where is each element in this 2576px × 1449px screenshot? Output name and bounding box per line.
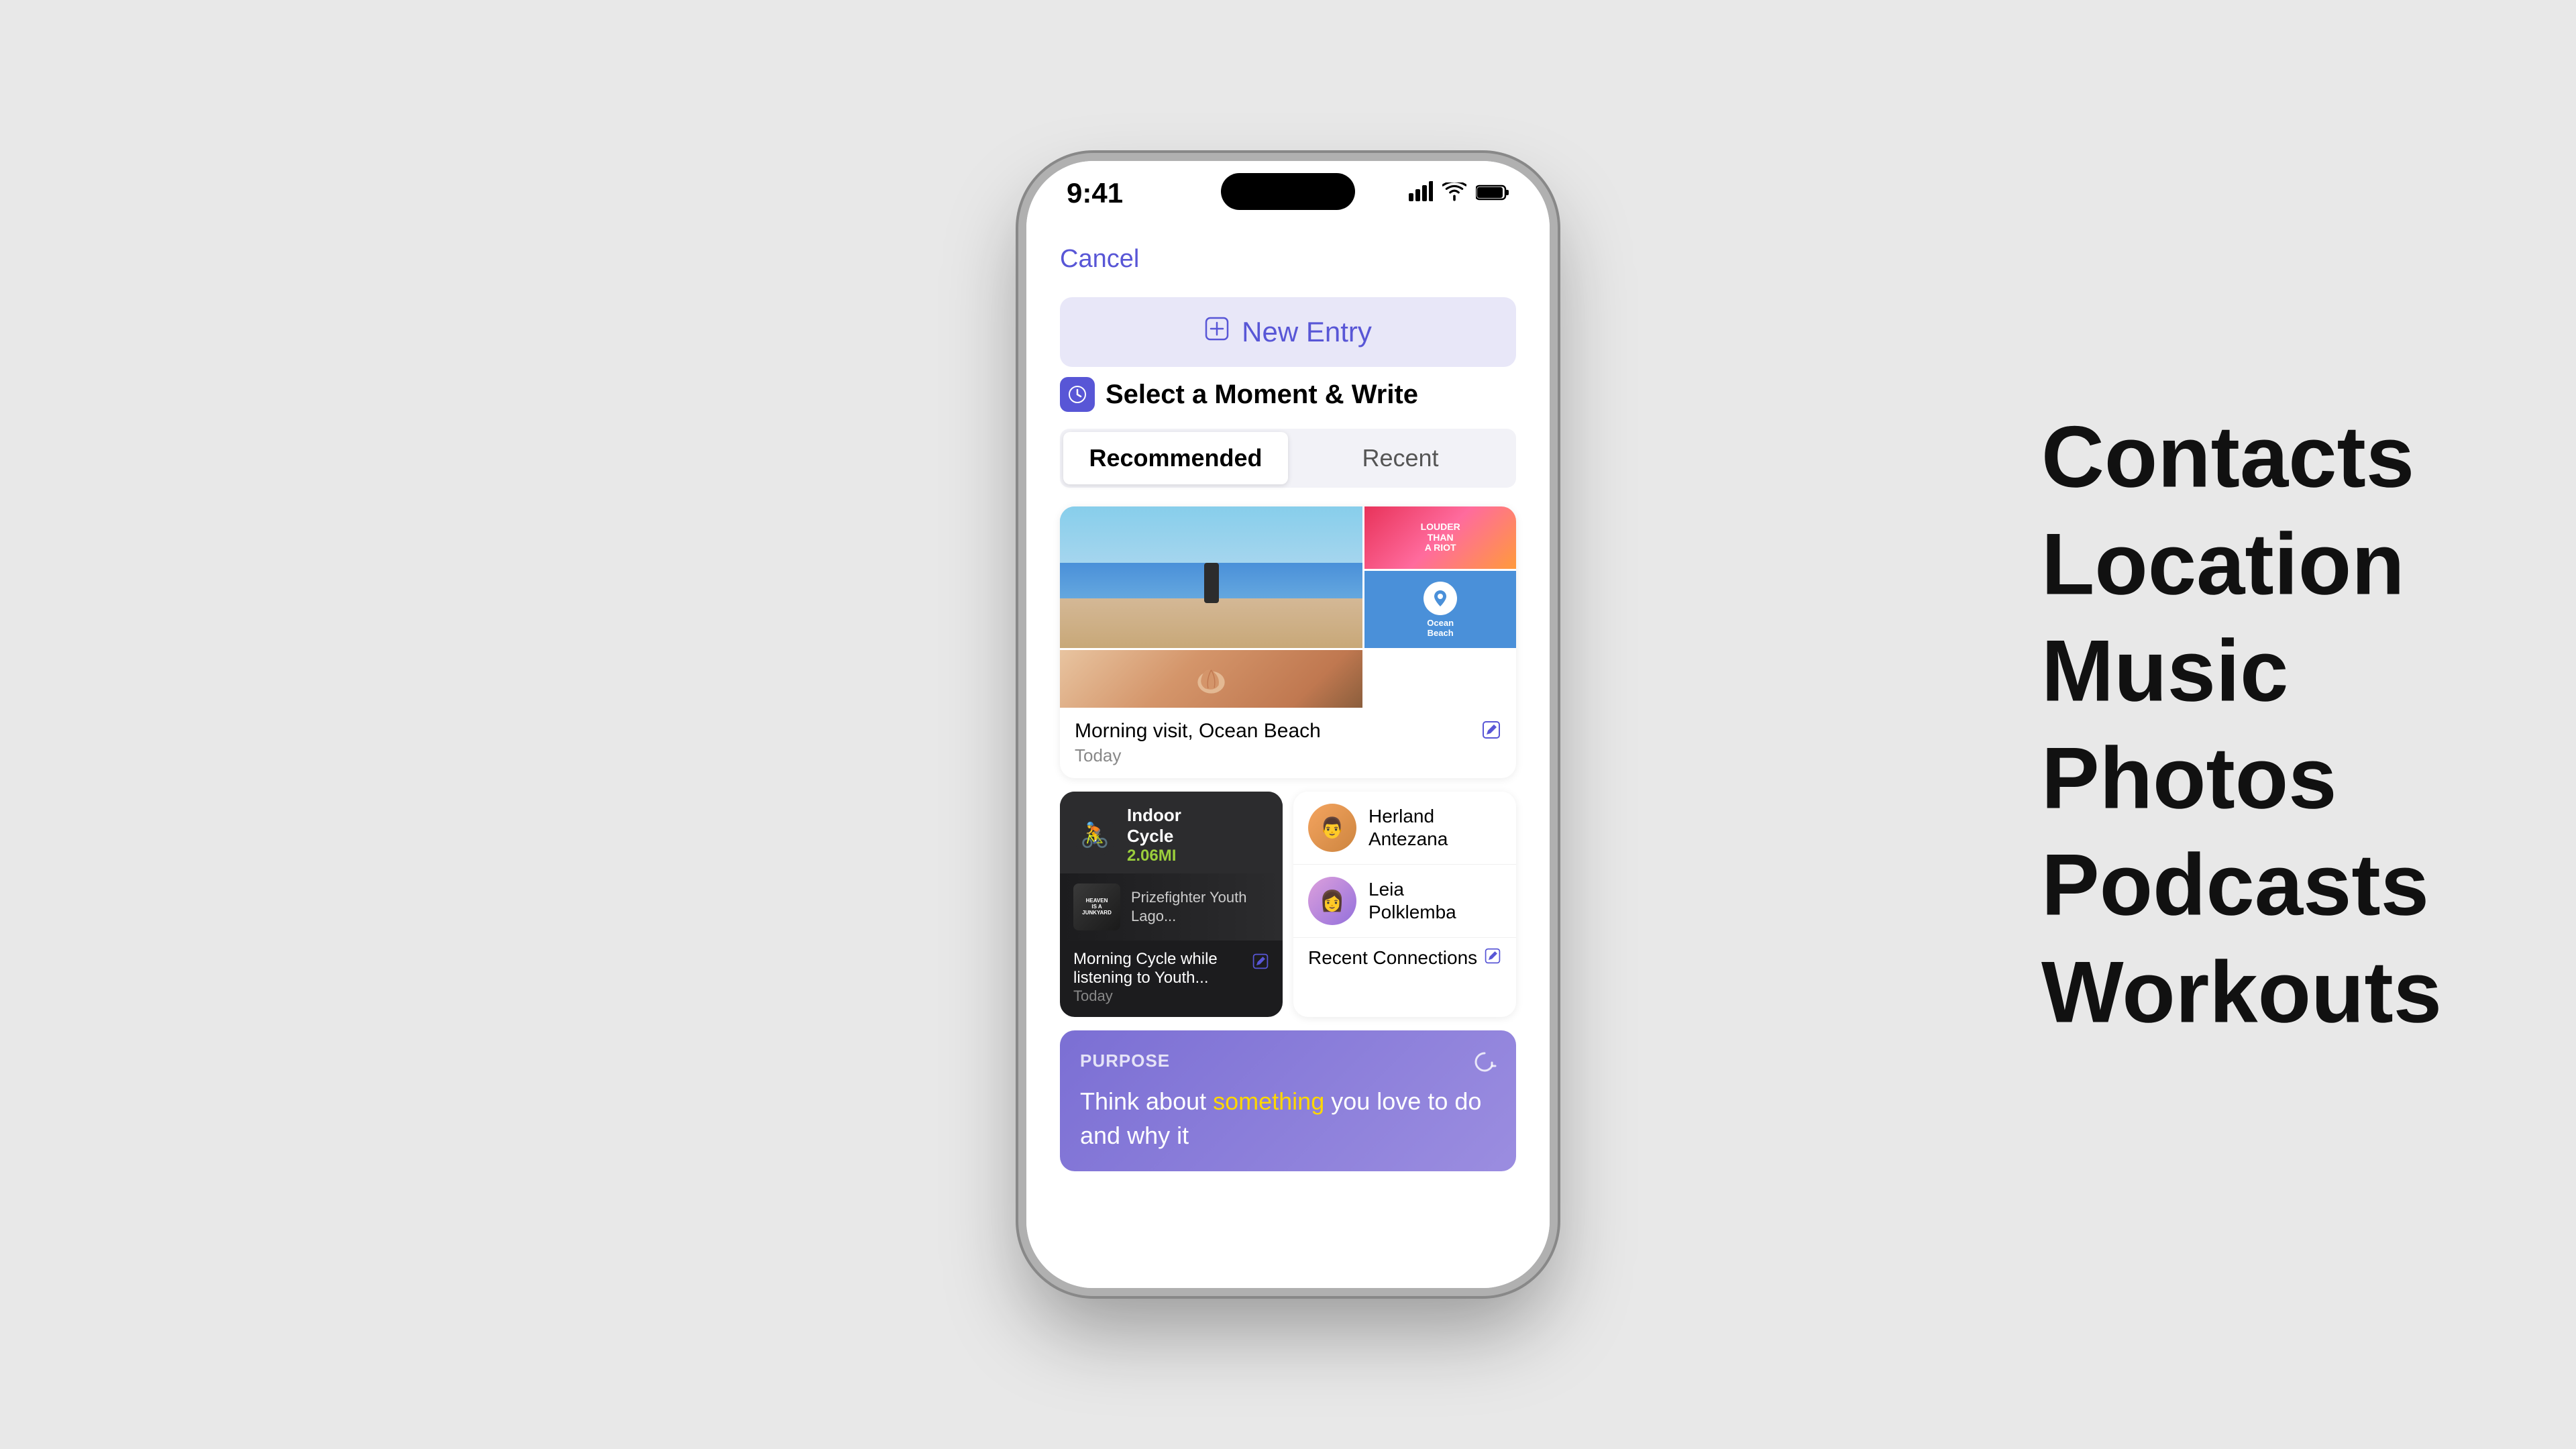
new-entry-button[interactable]: New Entry xyxy=(1060,297,1516,367)
activity-name: IndoorCycle xyxy=(1127,805,1181,847)
cycle-icon: 🚴 xyxy=(1080,821,1110,849)
status-icons xyxy=(1409,179,1509,207)
activity-distance: 2.06MI xyxy=(1127,847,1181,865)
activity-podcast: HEAVENIS AJUNKYARD Prizefighter Youth La… xyxy=(1060,873,1283,941)
photo-caption-text: Morning visit, Ocean Beach Today xyxy=(1075,720,1321,766)
photo-card: LOUDERTHANA RIOT xyxy=(1060,506,1516,778)
beach-scene xyxy=(1060,506,1362,648)
activity-caption: Morning Cycle while listening to Youth..… xyxy=(1073,950,1252,987)
purpose-card: PURPOSE Think about something you love t… xyxy=(1060,1030,1516,1171)
activity-header: 🚴 IndoorCycle 2.06MI xyxy=(1060,792,1283,873)
contact-row-2: 👩 LeiaPolklemba xyxy=(1293,865,1516,938)
cancel-button[interactable]: Cancel xyxy=(1060,245,1139,273)
new-entry-icon xyxy=(1204,316,1230,348)
podcast-art-photo: LOUDERTHANA RIOT xyxy=(1364,506,1516,569)
photo-grid: LOUDERTHANA RIOT xyxy=(1060,506,1516,708)
label-photos: Photos xyxy=(2041,728,2442,828)
podcast-title: Prizefighter Youth Lago... xyxy=(1131,888,1269,926)
label-contacts: Contacts xyxy=(2041,407,2442,508)
contact-name-1: HerlandAntezana xyxy=(1368,805,1448,850)
two-col-cards: 🚴 IndoorCycle 2.06MI xyxy=(1060,792,1516,1017)
select-moment-section: Select a Moment & Write Recommended Rece… xyxy=(1026,377,1550,1171)
photo-edit-icon[interactable] xyxy=(1481,720,1501,745)
avatar-herland: 👨 xyxy=(1308,804,1356,852)
podcast-album-label: HEAVENIS AJUNKYARD xyxy=(1082,898,1112,916)
moment-icon xyxy=(1060,377,1095,412)
nature-photo xyxy=(1060,650,1362,708)
tab-recent[interactable]: Recent xyxy=(1288,432,1513,484)
right-labels: Contacts Location Music Photos Podcasts … xyxy=(2041,407,2442,1042)
photo-caption: Morning visit, Ocean Beach Today xyxy=(1060,708,1516,778)
top-bar: Cancel xyxy=(1026,225,1550,287)
scroll-area[interactable]: Cancel New Entry xyxy=(1026,225,1550,1288)
activity-info: IndoorCycle 2.06MI xyxy=(1127,805,1181,865)
status-time: 9:41 xyxy=(1067,177,1123,209)
label-location: Location xyxy=(2041,514,2442,614)
dynamic-island xyxy=(1221,173,1355,210)
label-workouts: Workouts xyxy=(2041,942,2442,1042)
activity-caption-wrapper: Morning Cycle while listening to Youth..… xyxy=(1073,950,1252,1005)
purpose-text-normal: Think about xyxy=(1080,1087,1213,1115)
label-music: Music xyxy=(2041,621,2442,722)
purpose-text: Think about something you love to do and… xyxy=(1080,1085,1496,1152)
contact-name-2: LeiaPolklemba xyxy=(1368,878,1456,923)
contacts-title: Recent Connections xyxy=(1308,947,1477,969)
photo-title: Morning visit, Ocean Beach xyxy=(1075,720,1321,743)
tabs: Recommended Recent xyxy=(1060,429,1516,488)
contact-row-1: 👨 HerlandAntezana xyxy=(1293,792,1516,865)
signal-icon xyxy=(1409,179,1433,207)
page-container: 9:41 xyxy=(0,0,2576,1449)
ocean-beach-icon xyxy=(1424,582,1457,615)
podcast-art-label: LOUDERTHANA RIOT xyxy=(1421,522,1460,553)
phone-screen: 9:41 xyxy=(1026,161,1550,1288)
beach-figure xyxy=(1204,563,1219,603)
status-bar: 9:41 xyxy=(1026,161,1550,225)
avatar-leia: 👩 xyxy=(1308,877,1356,925)
phone: 9:41 xyxy=(1026,161,1550,1288)
screen-content: Cancel New Entry xyxy=(1026,225,1550,1288)
beach-sand xyxy=(1060,598,1362,648)
contacts-card: 👨 HerlandAntezana 👩 LeiaPolklemba xyxy=(1293,792,1516,1017)
purpose-label: PURPOSE xyxy=(1080,1051,1496,1071)
activity-date: Today xyxy=(1073,987,1252,1005)
contact-avatar-2: 👩 xyxy=(1308,877,1356,925)
podcast-row: HEAVENIS AJUNKYARD Prizefighter Youth La… xyxy=(1060,873,1283,941)
tab-recommended[interactable]: Recommended xyxy=(1063,432,1288,484)
purpose-refresh-icon[interactable] xyxy=(1472,1049,1497,1081)
label-podcasts: Podcasts xyxy=(2041,835,2442,936)
photo-date: Today xyxy=(1075,745,1321,766)
battery-icon xyxy=(1476,179,1509,207)
photo-caption-row: Morning visit, Ocean Beach Today xyxy=(1075,720,1501,766)
activity-card: 🚴 IndoorCycle 2.06MI xyxy=(1060,792,1283,1017)
ocean-beach-photo: OceanBeach xyxy=(1364,571,1516,648)
contact-avatar-1: 👨 xyxy=(1308,804,1356,852)
contacts-edit-icon[interactable] xyxy=(1484,947,1501,968)
beach-photo-main xyxy=(1060,506,1362,648)
seashell-inner xyxy=(1060,650,1362,708)
ocean-beach-label: OceanBeach xyxy=(1427,618,1454,638)
podcast-album-art: HEAVENIS AJUNKYARD xyxy=(1073,883,1120,930)
wifi-icon xyxy=(1442,179,1466,207)
activity-edit-icon[interactable] xyxy=(1252,953,1269,975)
new-entry-label: New Entry xyxy=(1242,316,1372,348)
activity-icon: 🚴 xyxy=(1073,814,1116,857)
purpose-text-highlight: something xyxy=(1213,1087,1324,1115)
select-moment-title: Select a Moment & Write xyxy=(1106,380,1418,410)
activity-card-footer: Morning Cycle while listening to Youth..… xyxy=(1060,941,1283,1017)
select-moment-header: Select a Moment & Write xyxy=(1060,377,1516,412)
contacts-footer: Recent Connections xyxy=(1293,938,1516,981)
podcast-art-inner: LOUDERTHANA RIOT xyxy=(1364,506,1516,569)
